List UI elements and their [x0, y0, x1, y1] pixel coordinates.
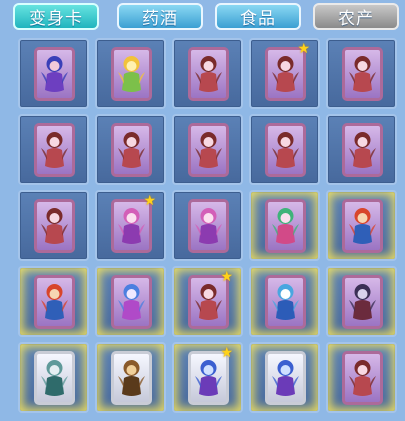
inventory-slot[interactable] — [18, 190, 89, 261]
inventory-slot[interactable]: ★ — [249, 38, 320, 109]
inventory-slot[interactable] — [326, 114, 397, 185]
inventory-slot[interactable]: ★ — [95, 190, 166, 261]
star-icon: ★ — [220, 269, 233, 285]
tab-transform-card[interactable]: 变身卡 — [13, 3, 99, 30]
red-winged-dancer-icon — [41, 208, 68, 244]
blue-bear-icon — [272, 284, 299, 320]
red-winged-dancer-icon — [118, 132, 145, 168]
inventory-slot[interactable]: ★ — [172, 266, 243, 337]
inventory-grid: ★ ★ ★ ★ — [18, 38, 397, 413]
transform-card-red-winged-dancer — [342, 47, 383, 101]
transform-card-pink-fairy — [188, 199, 229, 253]
inventory-slot[interactable] — [172, 38, 243, 109]
transform-card-red-winged-dancer — [188, 123, 229, 177]
transform-card-red-winged-dancer — [342, 351, 383, 405]
pink-fairy-icon — [118, 208, 145, 244]
inventory-slot[interactable] — [326, 266, 397, 337]
inventory-slot[interactable] — [249, 114, 320, 185]
dark-armored-knight-icon — [349, 284, 376, 320]
red-winged-dancer-icon — [195, 132, 222, 168]
inventory-slot[interactable] — [326, 38, 397, 109]
red-winged-dancer-icon — [349, 132, 376, 168]
brown-lion-warrior-icon — [118, 360, 145, 396]
transform-card-red-winged-dancer — [188, 47, 229, 101]
inventory-slot[interactable] — [95, 342, 166, 413]
red-winged-dancer-icon — [195, 284, 222, 320]
star-icon: ★ — [143, 193, 156, 209]
yellow-pumpkin-ghost-icon — [118, 56, 145, 92]
transform-card-red-warrior — [342, 199, 383, 253]
inventory-slot[interactable] — [95, 114, 166, 185]
red-winged-dancer-icon — [195, 56, 222, 92]
inventory-slot[interactable] — [172, 114, 243, 185]
transform-card-red-winged-dancer — [342, 123, 383, 177]
transform-card-silver-dragon — [34, 351, 75, 405]
transform-card-brown-lion-warrior — [111, 351, 152, 405]
inventory-slot[interactable] — [18, 342, 89, 413]
category-tabs: 变身卡 药酒 食品 农产 — [0, 0, 405, 36]
inventory-slot[interactable] — [249, 342, 320, 413]
transform-card-green-haired-dancer — [265, 199, 306, 253]
inventory-slot[interactable] — [95, 266, 166, 337]
transform-card-blue-imp — [34, 47, 75, 101]
inventory-slot[interactable] — [18, 114, 89, 185]
inventory-slot[interactable] — [249, 266, 320, 337]
tab-food[interactable]: 食品 — [215, 3, 301, 30]
red-warrior-icon — [349, 208, 376, 244]
tab-farm-produce[interactable]: 农产 — [313, 3, 399, 30]
transform-card-red-warrior — [34, 275, 75, 329]
transform-card-red-winged-dancer — [265, 123, 306, 177]
transform-card-blue-fox-spirit — [111, 275, 152, 329]
inventory-slot[interactable] — [18, 38, 89, 109]
blue-imp-icon — [41, 56, 68, 92]
pink-fairy-icon — [195, 208, 222, 244]
tab-potion[interactable]: 药酒 — [117, 3, 203, 30]
red-winged-dancer-icon — [272, 132, 299, 168]
red-winged-dancer-icon — [272, 56, 299, 92]
star-icon: ★ — [297, 41, 310, 57]
transform-card-red-winged-dancer — [34, 199, 75, 253]
transform-card-blue-wolf-beast — [265, 351, 306, 405]
transform-card-red-winged-dancer — [34, 123, 75, 177]
transform-card-yellow-pumpkin-ghost — [111, 47, 152, 101]
blue-wolf-beast-icon — [272, 360, 299, 396]
inventory-slot[interactable] — [249, 190, 320, 261]
silver-dragon-icon — [41, 360, 68, 396]
inventory-slot[interactable]: ★ — [172, 342, 243, 413]
inventory-slot[interactable] — [326, 190, 397, 261]
red-warrior-icon — [41, 284, 68, 320]
star-icon: ★ — [220, 345, 233, 361]
transform-card-blue-bear — [265, 275, 306, 329]
transform-card-dark-armored-knight — [342, 275, 383, 329]
transform-card-red-winged-dancer — [111, 123, 152, 177]
inventory-slot[interactable] — [18, 266, 89, 337]
red-winged-dancer-icon — [349, 360, 376, 396]
green-haired-dancer-icon — [272, 208, 299, 244]
red-winged-dancer-icon — [349, 56, 376, 92]
inventory-slot[interactable] — [326, 342, 397, 413]
inventory-slot[interactable] — [95, 38, 166, 109]
blue-wolf-beast-icon — [195, 360, 222, 396]
blue-fox-spirit-icon — [118, 284, 145, 320]
red-winged-dancer-icon — [41, 132, 68, 168]
inventory-slot[interactable] — [172, 190, 243, 261]
